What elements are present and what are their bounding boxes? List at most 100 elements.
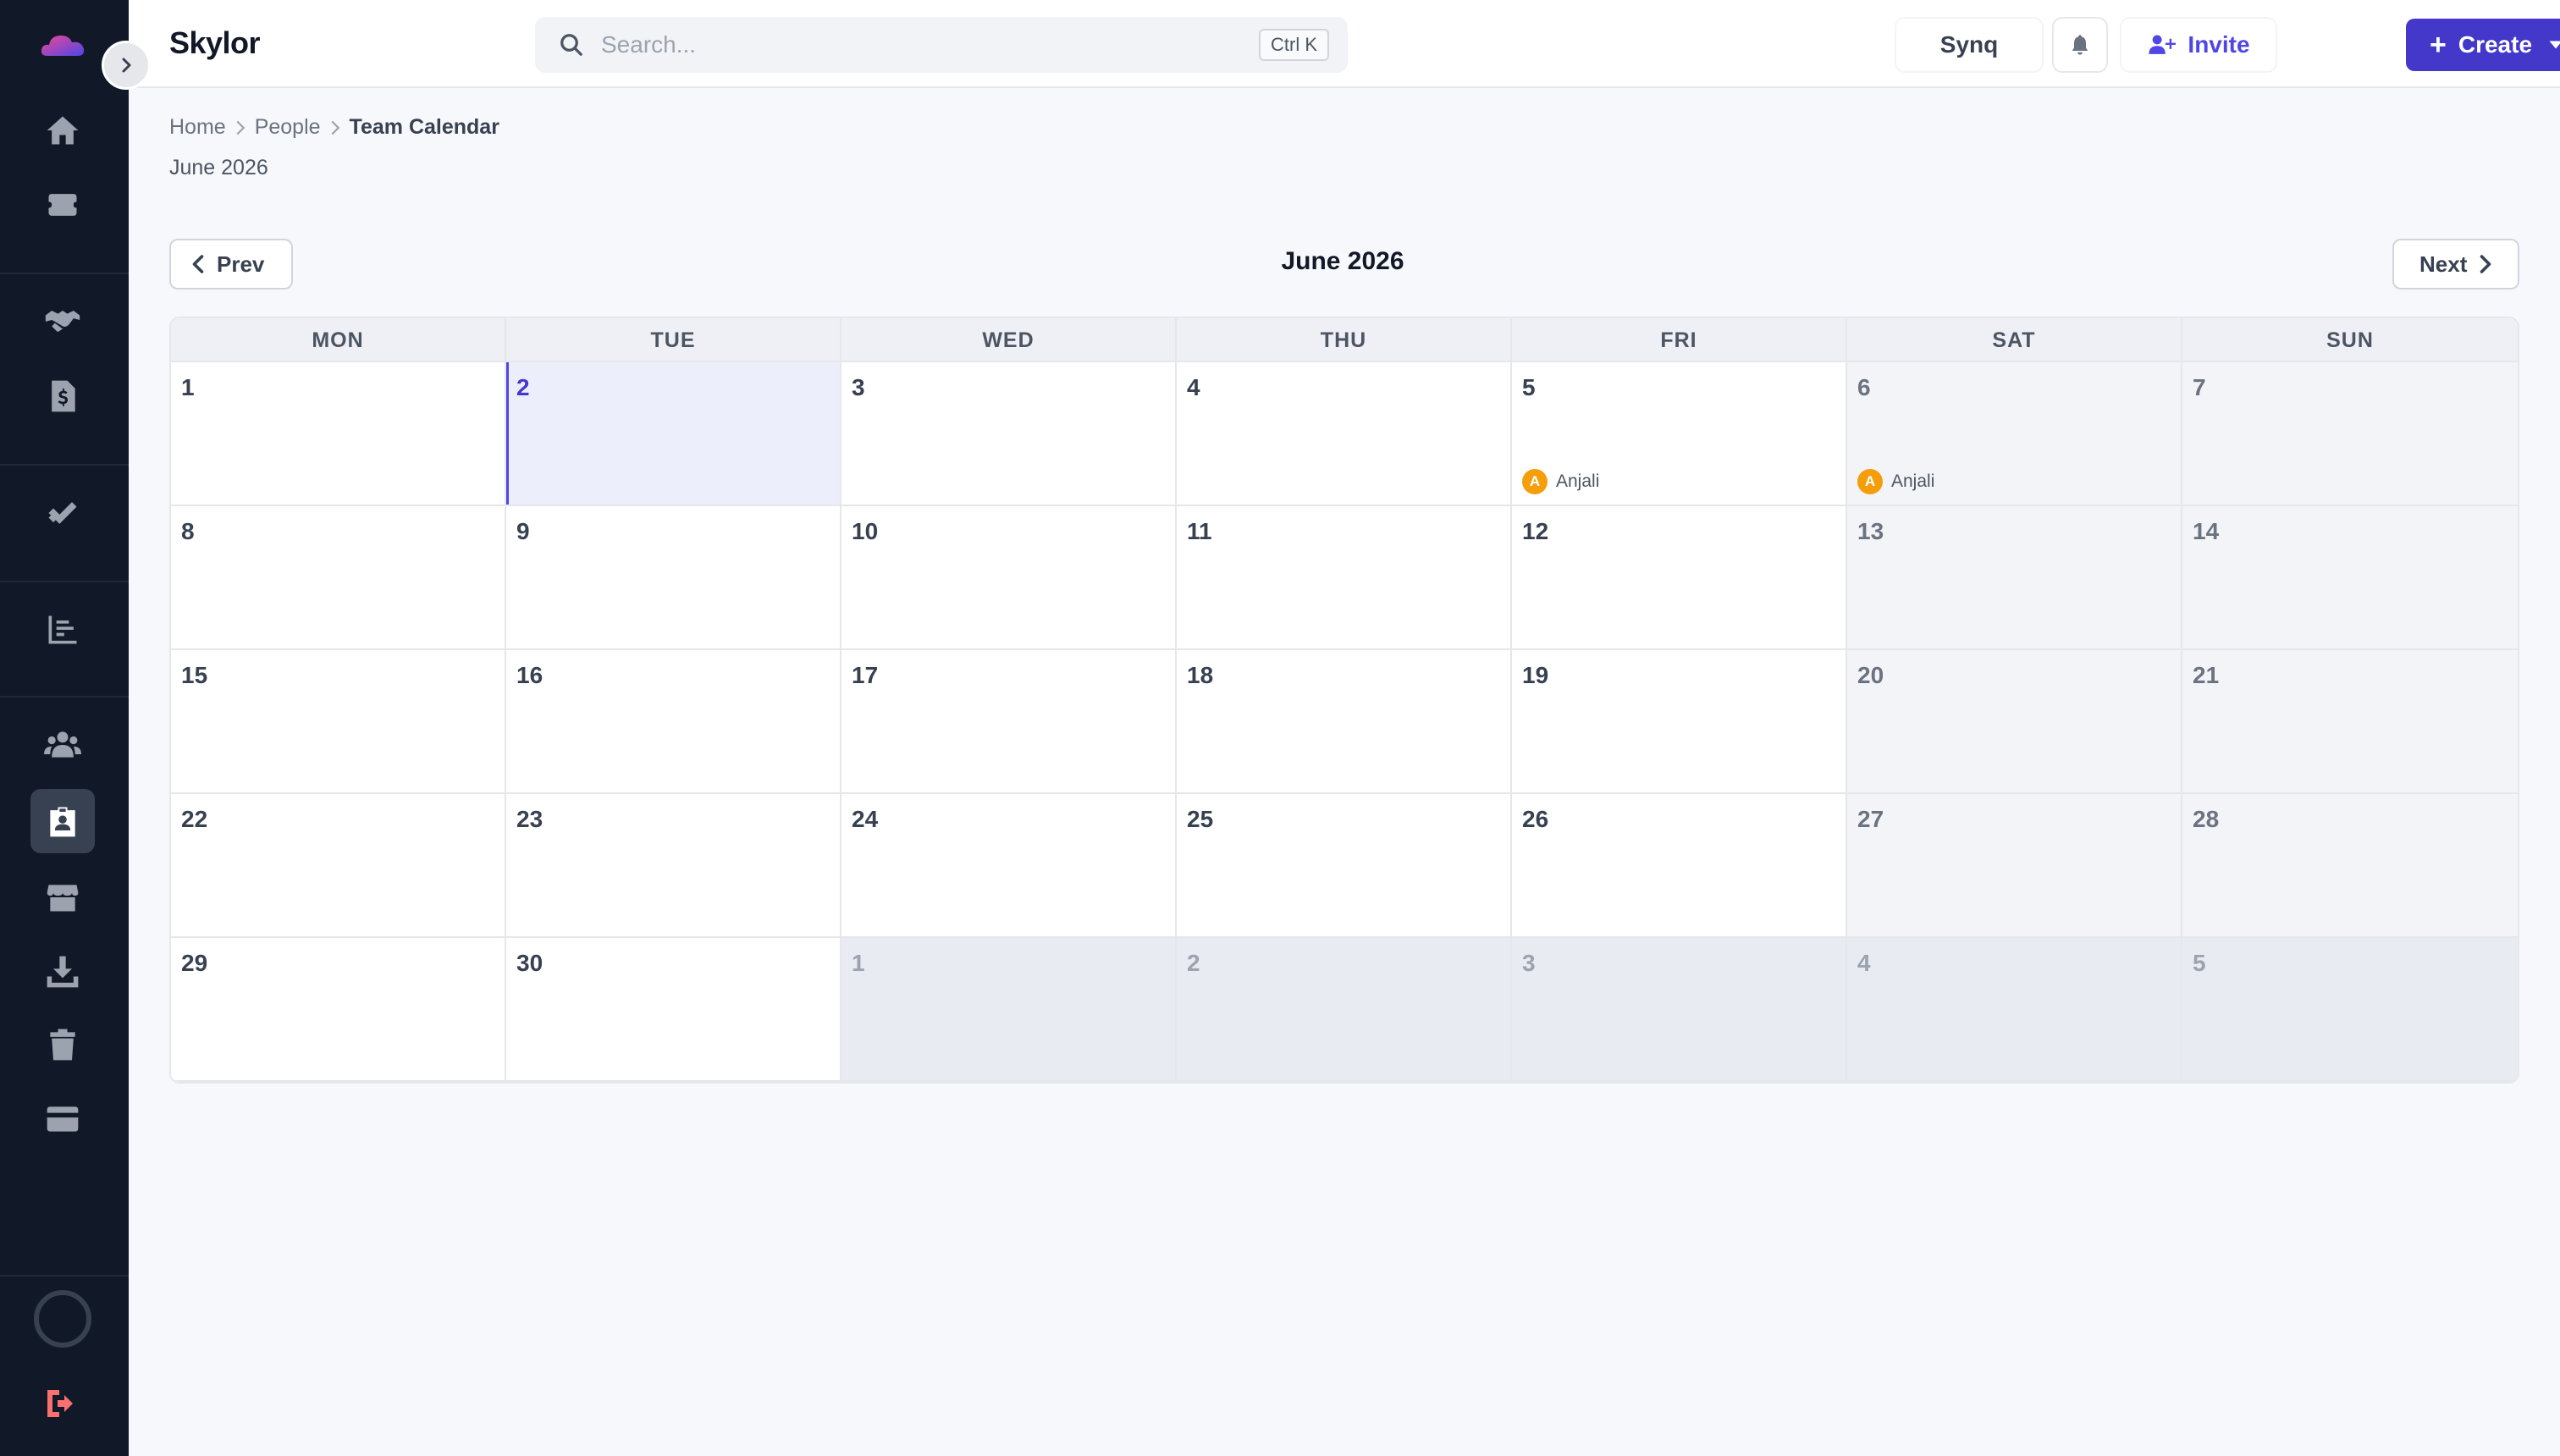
sidebar-divider <box>0 581 129 582</box>
calendar-day-outside[interactable]: 5 <box>2182 938 2518 1082</box>
calendar-day[interactable]: 12 <box>1512 506 1847 650</box>
calendar-day[interactable]: 25 <box>1177 794 1512 938</box>
day-number: 14 <box>2193 518 2220 544</box>
day-number: 15 <box>181 662 208 688</box>
sidebar-item-trash[interactable] <box>30 1012 95 1077</box>
progress-ring-icon[interactable] <box>34 1290 91 1348</box>
caret-down-icon[interactable] <box>2548 37 2560 52</box>
sidebar-item-inbox[interactable] <box>30 173 95 237</box>
day-number: 19 <box>1522 662 1549 688</box>
day-number: 26 <box>1522 806 1549 832</box>
day-number: 1 <box>852 950 865 976</box>
synq-button[interactable]: Synq <box>1895 17 2044 73</box>
next-month-button[interactable]: Next <box>2392 239 2519 290</box>
calendar-day[interactable]: 8 <box>171 506 506 650</box>
sidebar-divider <box>0 1275 129 1277</box>
sidebar-item-home[interactable] <box>30 98 95 163</box>
sidebar-item-invoices[interactable] <box>30 364 95 428</box>
reports-icon <box>48 615 77 644</box>
day-number: 6 <box>1857 374 1871 400</box>
calendar-day[interactable]: 11 <box>1177 506 1512 650</box>
calendar-day-outside[interactable]: 4 <box>1847 938 2182 1082</box>
calendar-day[interactable]: 3 <box>841 362 1177 506</box>
chevron-right-icon <box>331 120 339 135</box>
search-input[interactable] <box>601 27 1194 63</box>
day-number: 1 <box>181 374 195 400</box>
calendar-day[interactable]: 4 <box>1177 362 1512 506</box>
calendar-day[interactable]: 22 <box>171 794 506 938</box>
calendar-day[interactable]: 29 <box>171 938 506 1082</box>
calendar-day[interactable]: 14 <box>2182 506 2518 650</box>
calendar-day-outside[interactable]: 1 <box>841 938 1177 1082</box>
checkmark-icon <box>48 502 77 524</box>
sidebar-item-deals[interactable] <box>30 288 95 352</box>
chevron-right-icon <box>236 120 246 135</box>
trash-icon <box>50 1029 75 1061</box>
day-number: 18 <box>1187 662 1214 688</box>
sidebar-divider <box>0 273 129 274</box>
sidebar-item-reports[interactable] <box>30 598 95 662</box>
calendar-day[interactable]: 30 <box>506 938 841 1082</box>
calendar-day-outside[interactable]: 3 <box>1512 938 1847 1082</box>
credit-card-icon <box>47 1106 79 1132</box>
event-avatar: A <box>1857 469 1883 494</box>
create-button[interactable]: + Create <box>2406 19 2560 71</box>
team-calendar: MON TUE WED THU FRI SAT SUN 1 2 3 4 5 A Anjali 6 A Anja… <box>169 317 2519 1084</box>
calendar-day[interactable]: 15 <box>171 650 506 794</box>
calendar-day[interactable]: 9 <box>506 506 841 650</box>
sidebar-item-people-calendar[interactable] <box>30 789 95 853</box>
breadcrumb-current: Team Calendar <box>349 115 499 139</box>
sidebar-item-tasks[interactable] <box>30 481 95 545</box>
logout-button[interactable] <box>42 1383 83 1424</box>
sidebar-item-team[interactable] <box>30 713 95 777</box>
calendar-day[interactable]: 23 <box>506 794 841 938</box>
calendar-day[interactable]: 28 <box>2182 794 2518 938</box>
calendar-day[interactable]: 13 <box>1847 506 2182 650</box>
day-number: 12 <box>1522 518 1549 544</box>
weekday-header: MON TUE WED THU FRI SAT SUN <box>171 318 2518 362</box>
day-number: 16 <box>516 662 543 688</box>
notifications-button[interactable] <box>2052 17 2108 73</box>
search-icon <box>560 34 582 56</box>
chevron-right-icon <box>2480 255 2491 273</box>
prev-month-button[interactable]: Prev <box>169 239 293 290</box>
team-icon <box>44 731 81 758</box>
invite-button[interactable]: Invite <box>2120 17 2277 73</box>
chevron-left-icon <box>192 255 204 273</box>
calendar-day[interactable]: 17 <box>841 650 1177 794</box>
sidebar-expand-button[interactable] <box>102 41 151 90</box>
calendar-event[interactable]: A Anjali <box>1522 469 1599 494</box>
calendar-day[interactable]: 18 <box>1177 650 1512 794</box>
breadcrumb-home[interactable]: Home <box>169 115 226 140</box>
day-number: 4 <box>1187 374 1200 400</box>
app-logo-icon[interactable] <box>39 30 86 61</box>
calendar-day[interactable]: 1 <box>171 362 506 506</box>
calendar-day[interactable]: 20 <box>1847 650 2182 794</box>
calendar-day[interactable]: 6 A Anjali <box>1847 362 2182 506</box>
day-number: 10 <box>852 518 879 544</box>
calendar-day[interactable]: 10 <box>841 506 1177 650</box>
calendar-day[interactable]: 5 A Anjali <box>1512 362 1847 506</box>
day-number: 5 <box>2193 950 2206 976</box>
breadcrumb-people[interactable]: People <box>255 115 321 140</box>
sidebar-item-downloads[interactable] <box>30 940 95 1004</box>
calendar-day[interactable]: 19 <box>1512 650 1847 794</box>
calendar-day-today[interactable]: 2 <box>506 362 841 506</box>
calendar-day[interactable]: 24 <box>841 794 1177 938</box>
calendar-day-outside[interactable]: 2 <box>1177 938 1512 1082</box>
sidebar-item-store[interactable] <box>30 865 95 929</box>
calendar-event[interactable]: A Anjali <box>1857 469 1934 494</box>
search-bar[interactable]: Ctrl K <box>535 17 1348 73</box>
sidebar-item-billing[interactable] <box>30 1087 95 1151</box>
calendar-day[interactable]: 7 <box>2182 362 2518 506</box>
day-number: 22 <box>181 806 208 832</box>
app-title: Skylor <box>169 25 261 60</box>
calendar-day[interactable]: 26 <box>1512 794 1847 938</box>
logout-icon <box>47 1390 73 1417</box>
calendar-day[interactable]: 21 <box>2182 650 2518 794</box>
sidebar <box>0 0 151 1456</box>
calendar-day[interactable]: 16 <box>506 650 841 794</box>
day-number: 24 <box>852 806 879 832</box>
weekday-label: THU <box>1177 318 1512 362</box>
calendar-day[interactable]: 27 <box>1847 794 2182 938</box>
